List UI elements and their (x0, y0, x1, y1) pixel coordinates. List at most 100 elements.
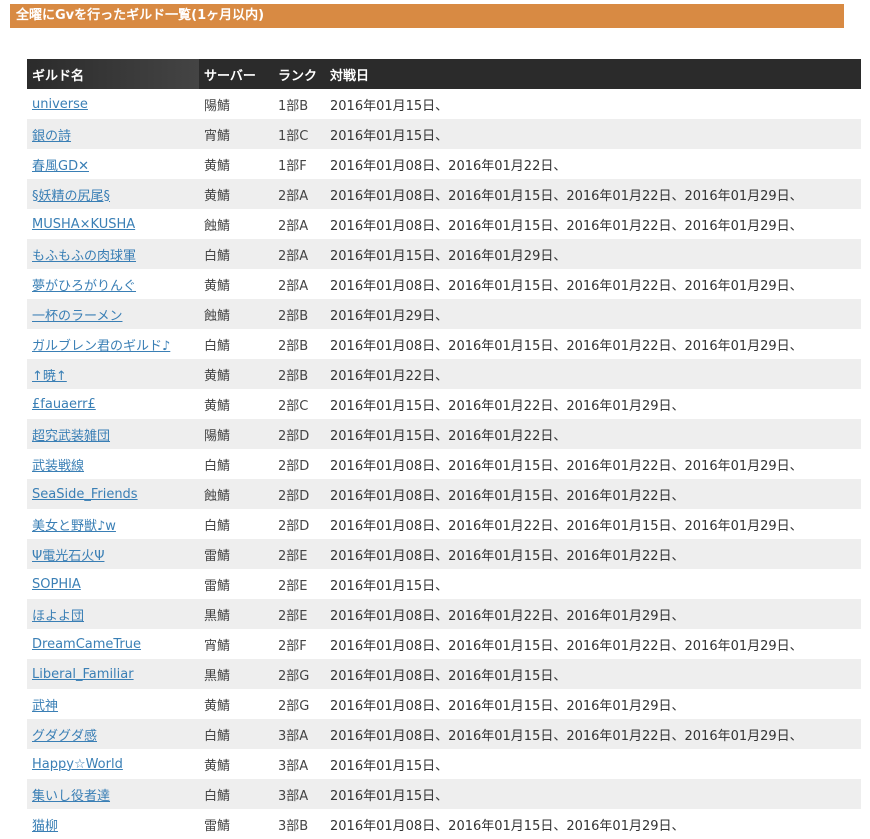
server-cell: 黒鯖 (199, 599, 273, 629)
column-header-rank: ランク (273, 59, 325, 89)
battle-dates-cell: 2016年01月29日、 (325, 299, 861, 329)
server-cell: 黄鯖 (204, 758, 231, 774)
server-cell: 黄鯖 (204, 278, 231, 294)
table-row: 超究武装雑団 陽鯖 2部D 2016年01月15日、2016年01月22日、 (27, 419, 861, 449)
guild-name-cell: MUSHA×KUSHA (27, 209, 199, 239)
table-row: universe 陽鯖 1部B 2016年01月15日、 (27, 89, 861, 119)
battle-dates-cell: 2016年01月08日、2016年01月22日、 (330, 158, 567, 174)
battle-dates-cell: 2016年01月08日、2016年01月15日、2016年01月22日、2016… (325, 719, 861, 749)
table-row: SeaSide_Friends 蝕鯖 2部D 2016年01月08日、2016年… (27, 479, 861, 509)
table-row: £fauaerr£ 黄鯖 2部C 2016年01月15日、2016年01月22日… (27, 389, 861, 419)
server-cell: 白鯖 (199, 719, 273, 749)
server-cell: 宵鯖 (204, 638, 231, 654)
guild-name-cell: グダグダ感 (27, 719, 199, 749)
guild-name-cell: 武神 (27, 689, 199, 719)
table-row: グダグダ感 白鯖 3部A 2016年01月08日、2016年01月15日、201… (27, 719, 861, 749)
rank-cell: 2部A (273, 179, 325, 209)
guild-name-cell: 武装戦線 (27, 449, 199, 479)
table-row: 銀の詩 宵鯖 1部C 2016年01月15日、 (27, 119, 861, 149)
guild-name-link[interactable]: universe (32, 97, 88, 112)
battle-dates-cell: 2016年01月08日、2016年01月15日、2016年01月22日、2016… (330, 278, 803, 294)
guild-name-cell: 夢がひろがりんぐ (27, 269, 199, 299)
guild-name-link[interactable]: ↑暁↑ (32, 369, 67, 384)
battle-dates-cell: 2016年01月08日、2016年01月15日、2016年01月29日、 (330, 698, 685, 714)
table-row: 美女と野獣♪w 白鯖 2部D 2016年01月08日、2016年01月22日、2… (27, 509, 861, 539)
guild-name-link[interactable]: SeaSide_Friends (32, 487, 138, 502)
server-cell: 黄鯖 (204, 398, 231, 414)
guild-name-link[interactable]: 猫柳 (32, 819, 58, 834)
battle-dates-cell: 2016年01月08日、2016年01月15日、2016年01月22日、2016… (330, 338, 803, 354)
battle-dates-cell: 2016年01月08日、2016年01月15日、 (325, 659, 861, 689)
guild-name-link[interactable]: 春風GD✕ (32, 159, 89, 174)
battle-dates-cell: 2016年01月08日、2016年01月22日、2016年01月29日、 (325, 599, 861, 629)
guild-name-cell: 春風GD✕ (27, 149, 199, 179)
guild-name-link[interactable]: Happy☆World (32, 757, 123, 772)
guild-name-cell: 美女と野獣♪w (27, 509, 199, 539)
guild-name-link[interactable]: もふもふの肉球軍 (32, 249, 136, 264)
battle-dates-cell: 2016年01月08日、2016年01月15日、2016年01月22日、2016… (330, 218, 803, 234)
guild-name-link[interactable]: DreamCameTrue (32, 637, 141, 652)
guild-name-cell: Liberal_Familiar (27, 659, 199, 689)
table-row: 集いし役者達 白鯖 3部A 2016年01月15日、 (27, 779, 861, 809)
rank-cell: 1部F (278, 158, 307, 174)
guild-name-cell: 集いし役者達 (27, 779, 199, 809)
server-cell: 蝕鯖 (199, 479, 273, 509)
server-cell: 白鯖 (204, 518, 231, 534)
guild-name-link[interactable]: 夢がひろがりんぐ (32, 279, 136, 294)
battle-dates-cell: 2016年01月08日、2016年01月15日、2016年01月22日、 (325, 539, 861, 569)
guild-name-link[interactable]: 集いし役者達 (32, 789, 110, 804)
server-cell: 蝕鯖 (204, 218, 231, 234)
guild-name-cell: ガルブレン君のギルド♪ (27, 329, 199, 359)
guild-name-cell: DreamCameTrue (27, 629, 199, 659)
guild-name-link[interactable]: ほよよ団 (32, 609, 84, 624)
rank-cell: 2部E (273, 539, 325, 569)
guild-name-link[interactable]: ガルブレン君のギルド♪ (32, 339, 170, 354)
guild-name-link[interactable]: 武神 (32, 699, 58, 714)
guild-name-link[interactable]: 武装戦線 (32, 459, 84, 474)
column-header-guild-name: ギルド名 (27, 59, 199, 89)
guild-name-link[interactable]: 美女と野獣♪w (32, 519, 116, 534)
guild-name-link[interactable]: £fauaerr£ (32, 397, 96, 412)
rank-cell: 2部B (278, 338, 309, 354)
server-cell: 雷鯖 (204, 578, 231, 594)
guild-name-link[interactable]: Ψ電光石火Ψ (32, 549, 104, 564)
rank-cell: 2部B (273, 299, 325, 329)
rank-cell: 2部D (273, 479, 325, 509)
guild-name-link[interactable]: §妖精の尻尾§ (32, 189, 110, 204)
table-row: Happy☆World 黄鯖 3部A 2016年01月15日、 (27, 749, 861, 779)
battle-dates-cell: 2016年01月08日、2016年01月15日、2016年01月22日、 (325, 479, 861, 509)
rank-cell: 2部A (278, 278, 309, 294)
server-cell: 白鯖 (204, 338, 231, 354)
rank-cell: 2部F (278, 638, 307, 654)
table-row: §妖精の尻尾§ 黄鯖 2部A 2016年01月08日、2016年01月15日、2… (27, 179, 861, 209)
guild-name-cell: もふもふの肉球軍 (27, 239, 199, 269)
rank-cell: 2部E (273, 599, 325, 629)
guild-name-link[interactable]: 一杯のラーメン (32, 309, 122, 324)
column-header-dates: 対戦日 (325, 59, 861, 89)
table-row: もふもふの肉球軍 白鯖 2部A 2016年01月15日、2016年01月29日、 (27, 239, 861, 269)
rank-cell: 2部E (278, 578, 308, 594)
table-row: DreamCameTrue 宵鯖 2部F 2016年01月08日、2016年01… (27, 629, 861, 659)
server-cell: 白鯖 (199, 779, 273, 809)
table-row: Liberal_Familiar 黒鯖 2部G 2016年01月08日、2016… (27, 659, 861, 689)
guild-name-link[interactable]: MUSHA×KUSHA (32, 217, 135, 232)
server-cell: 陽鯖 (204, 98, 231, 114)
guild-name-cell: §妖精の尻尾§ (27, 179, 199, 209)
guild-name-link[interactable]: Liberal_Familiar (32, 667, 134, 682)
guild-name-link[interactable]: グダグダ感 (32, 729, 97, 744)
battle-dates-cell: 2016年01月08日、2016年01月15日、2016年01月22日、2016… (330, 638, 803, 654)
battle-dates-cell: 2016年01月15日、 (325, 779, 861, 809)
server-cell: 宵鯖 (199, 119, 273, 149)
guild-name-link[interactable]: SOPHIA (32, 577, 81, 592)
server-cell: 雷鯖 (204, 818, 231, 834)
guild-name-cell: ほよよ団 (27, 599, 199, 629)
table-row: 武神 黄鯖 2部G 2016年01月08日、2016年01月15日、2016年0… (27, 689, 861, 719)
battle-dates-cell: 2016年01月15日、 (325, 119, 861, 149)
guild-name-cell: £fauaerr£ (27, 389, 199, 419)
battle-dates-cell: 2016年01月08日、2016年01月22日、2016年01月15日、2016… (330, 518, 803, 534)
guild-name-link[interactable]: 銀の詩 (32, 129, 71, 144)
guild-name-link[interactable]: 超究武装雑団 (32, 429, 110, 444)
table-row: Ψ電光石火Ψ 雷鯖 2部E 2016年01月08日、2016年01月15日、20… (27, 539, 861, 569)
guild-name-cell: 猫柳 (27, 809, 199, 839)
table-row: 夢がひろがりんぐ 黄鯖 2部A 2016年01月08日、2016年01月15日、… (27, 269, 861, 299)
